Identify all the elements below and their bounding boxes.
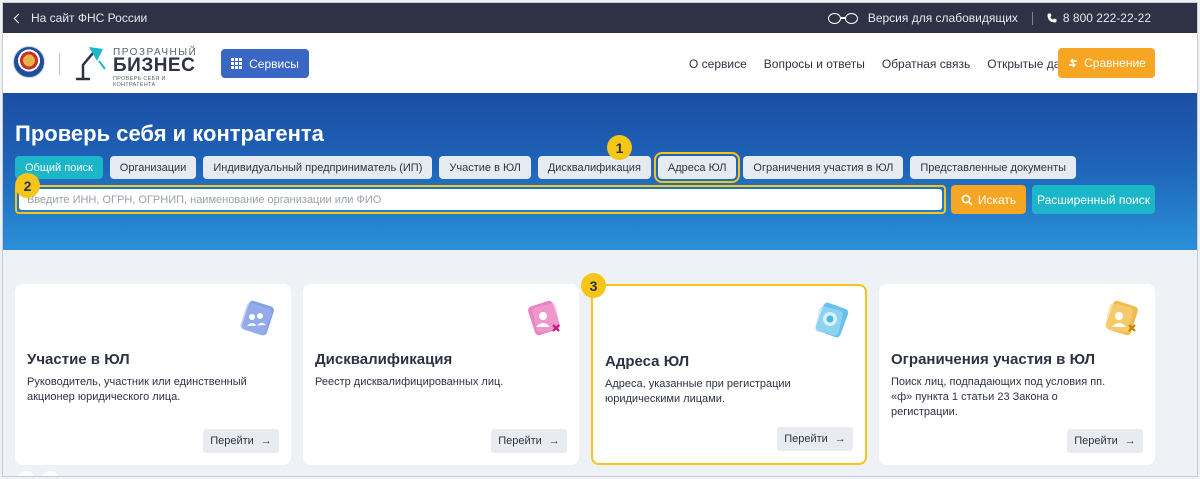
search-input[interactable] <box>19 189 942 210</box>
step-badge-2: 2 <box>15 173 40 198</box>
card-go-label: Перейти <box>210 435 254 447</box>
transparent-business-logo[interactable]: ПРОЗРАЧНЫЙ БИЗНЕС ПРОВЕРЬ СЕБЯ И КОНТРАГ… <box>67 43 207 88</box>
accessibility-version-link[interactable]: Версия для слабовидящих <box>868 11 1018 25</box>
glasses-icon <box>827 12 858 24</box>
back-link-label: На сайт ФНС России <box>31 11 148 25</box>
tab-organizations[interactable]: Организации <box>109 156 197 179</box>
nav-feedback[interactable]: Обратная связь <box>882 57 970 71</box>
arrow-right-icon: → <box>260 435 272 447</box>
card-go-label: Перейти <box>1074 435 1118 447</box>
participation-icon <box>240 300 274 336</box>
logo-tagline: ПРОВЕРЬ СЕБЯ И КОНТРАГЕНТА <box>113 76 166 88</box>
disqualification-icon <box>528 300 560 336</box>
services-button[interactable]: Сервисы <box>221 49 309 78</box>
card-description: Реестр дисквалифицированных лиц. <box>315 376 504 388</box>
card-participation: Участие в ЮЛ Руководитель, участник или … <box>15 284 291 465</box>
card-title: Ограничения участия в ЮЛ <box>891 351 1095 368</box>
card-go-button[interactable]: Перейти → <box>203 429 279 453</box>
tab-submitted-documents[interactable]: Представленные документы <box>910 156 1077 179</box>
fns-emblem-logo[interactable] <box>13 46 45 78</box>
restriction-icon <box>1105 300 1138 336</box>
tab-participation[interactable]: Участие в ЮЛ <box>439 156 531 179</box>
card-go-label: Перейти <box>784 433 828 445</box>
step-badge-3: 3 <box>581 273 606 298</box>
search-hero: Проверь себя и контрагента Общий поиск О… <box>3 93 1197 250</box>
carousel-dots <box>17 471 59 476</box>
top-bar: На сайт ФНС России Версия для слабовидящ… <box>3 3 1197 33</box>
card-go-button[interactable]: Перейти → <box>1067 429 1143 453</box>
step-badge-1: 1 <box>607 135 632 160</box>
arrow-right-icon: → <box>1124 435 1136 447</box>
carousel-dot[interactable] <box>17 471 35 476</box>
card-description: Адреса, указанные при регистрации юридич… <box>605 378 791 405</box>
card-title: Участие в ЮЛ <box>27 351 130 368</box>
back-to-fns-link[interactable]: На сайт ФНС России <box>13 11 148 25</box>
chevron-left-icon <box>13 13 24 23</box>
search-tabs: Общий поиск Организации Индивидуальный п… <box>15 152 1077 183</box>
phone-icon <box>1047 13 1057 23</box>
carousel-dot[interactable] <box>41 471 59 476</box>
top-bar-divider <box>1031 11 1033 25</box>
search-button-label: Искать <box>977 192 1017 207</box>
logo-text-line2: БИЗНЕС <box>113 55 196 76</box>
compare-arrows-icon <box>1069 58 1078 68</box>
compare-button-label: Сравнение <box>1084 56 1146 70</box>
nav-about[interactable]: О сервисе <box>689 57 747 71</box>
advanced-search-button[interactable]: Расширенный поиск <box>1032 185 1155 214</box>
tab-participation-restrictions[interactable]: Ограничения участия в ЮЛ <box>743 156 904 179</box>
card-go-label: Перейти <box>498 435 542 447</box>
arrow-right-icon: → <box>548 435 560 447</box>
services-button-label: Сервисы <box>249 56 299 71</box>
card-title: Дисквалификация <box>315 351 453 368</box>
compare-button[interactable]: Сравнение <box>1058 48 1155 78</box>
main-header: ПРОЗРАЧНЫЙ БИЗНЕС ПРОВЕРЬ СЕБЯ И КОНТРАГ… <box>3 33 1197 93</box>
nav-faq[interactable]: Вопросы и ответы <box>764 57 865 71</box>
header-nav: О сервисе Вопросы и ответы Обратная связ… <box>689 57 1089 71</box>
search-icon <box>961 194 973 206</box>
search-button[interactable]: Искать <box>951 185 1026 214</box>
arrow-right-icon: → <box>834 433 846 445</box>
card-go-button[interactable]: Перейти → <box>491 429 567 453</box>
search-input-wrapper <box>15 185 946 214</box>
tab-disqualification[interactable]: Дисквалификация <box>537 156 651 179</box>
page-frame: На сайт ФНС России Версия для слабовидящ… <box>2 2 1198 477</box>
phone-number[interactable]: 8 800 222-22-22 <box>1063 11 1151 25</box>
card-participation-restrictions: Ограничения участия в ЮЛ Поиск лиц, подп… <box>879 284 1155 465</box>
address-icon <box>815 302 849 338</box>
card-description: Руководитель, участник или единственный … <box>27 376 247 403</box>
card-disqualification: Дисквалификация Реестр дисквалифицирован… <box>303 284 579 465</box>
card-title: Адреса ЮЛ <box>605 353 690 370</box>
logo-divider <box>59 53 60 75</box>
tab-legal-addresses[interactable]: Адреса ЮЛ <box>653 152 741 183</box>
card-legal-addresses: Адреса ЮЛ Адреса, указанные при регистра… <box>591 284 867 465</box>
lamp-icon <box>75 47 106 81</box>
page-title: Проверь себя и контрагента <box>15 121 324 146</box>
top-bar-right: Версия для слабовидящих 8 800 222-22-22 <box>827 11 1151 25</box>
tab-individual-entrepreneur[interactable]: Индивидуальный предприниматель (ИП) <box>203 156 433 179</box>
grid-icon <box>231 58 243 69</box>
card-description: Поиск лиц, подпадающих под условия пп. «… <box>891 376 1106 418</box>
card-go-button[interactable]: Перейти → <box>777 427 853 451</box>
